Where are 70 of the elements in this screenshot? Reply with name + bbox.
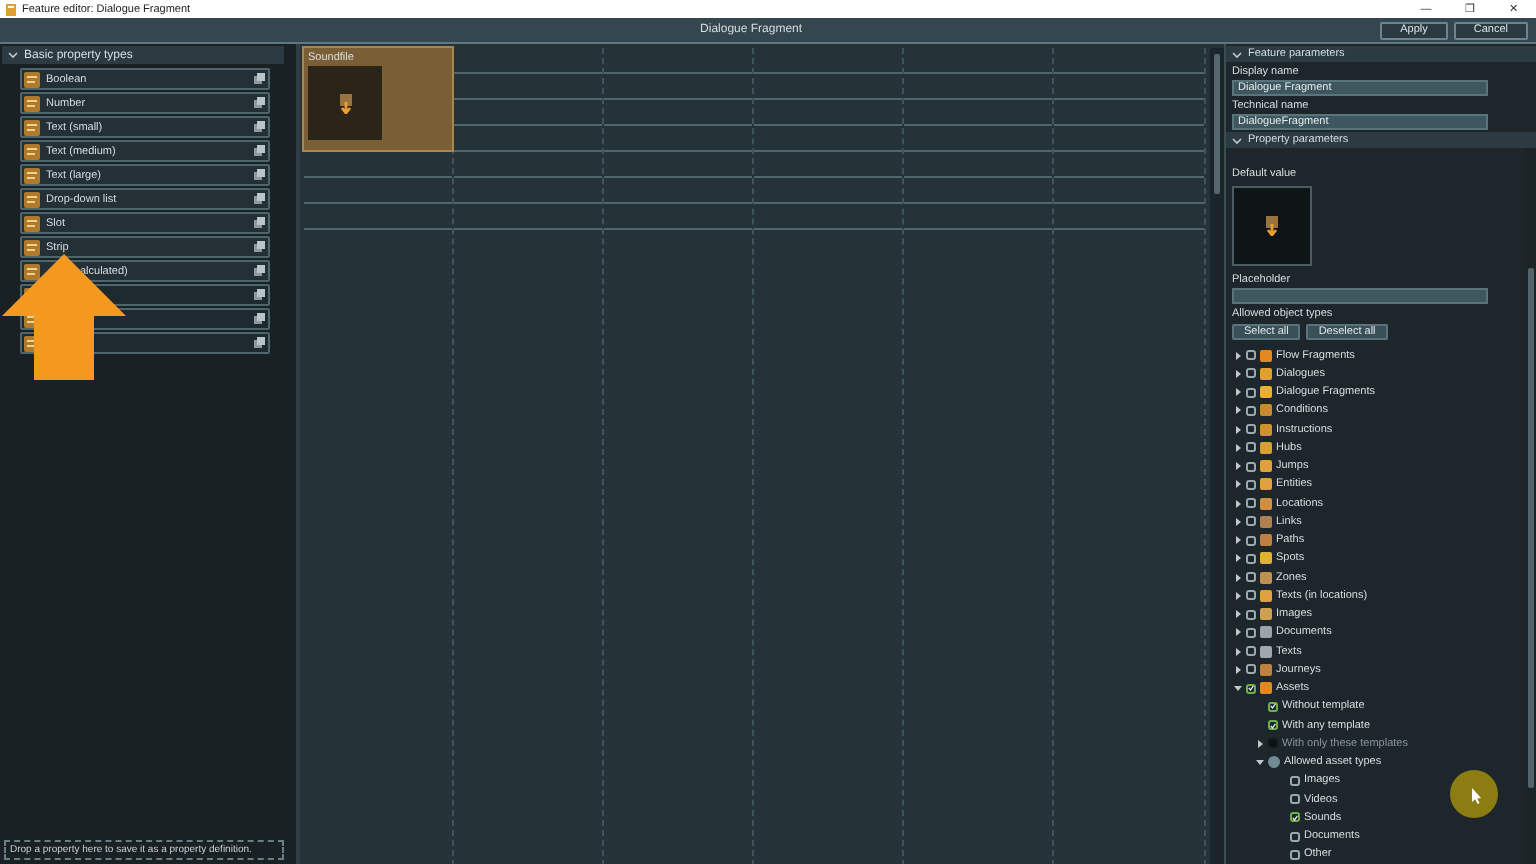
checkbox[interactable]	[1246, 479, 1256, 490]
expand-icon[interactable]	[1234, 628, 1242, 637]
check-icon	[1270, 721, 1276, 730]
checkbox[interactable]	[1290, 849, 1300, 860]
expand-icon[interactable]	[1234, 665, 1242, 674]
property-icon	[24, 143, 40, 159]
property-icon	[24, 71, 40, 87]
expand-icon[interactable]	[1256, 758, 1264, 767]
checkbox[interactable]	[1246, 535, 1256, 546]
checkbox[interactable]	[1246, 516, 1256, 527]
expand-icon[interactable]	[1234, 406, 1242, 415]
property-icon	[24, 215, 40, 231]
expand-icon[interactable]	[1234, 610, 1242, 619]
expand-icon[interactable]	[1234, 517, 1242, 526]
checkbox[interactable]	[1246, 461, 1256, 472]
drop-file-icon	[337, 93, 353, 113]
expand-icon[interactable]	[8, 50, 18, 60]
scrollbar[interactable]	[1210, 48, 1224, 864]
property-icon	[24, 239, 40, 255]
expand-icon[interactable]	[1234, 554, 1242, 563]
checkbox[interactable]	[1246, 387, 1256, 398]
checkbox[interactable]	[1246, 498, 1256, 509]
scrollbar[interactable]	[1524, 148, 1536, 864]
checkbox[interactable]	[1290, 831, 1300, 842]
expand-icon[interactable]	[1234, 351, 1242, 360]
cursor-highlight	[1450, 770, 1498, 818]
checkbox[interactable]	[1268, 701, 1278, 712]
expand-icon[interactable]	[1234, 369, 1242, 378]
checkbox[interactable]	[1246, 405, 1256, 416]
default-value-box[interactable]	[1232, 186, 1312, 266]
expand-icon[interactable]	[1234, 425, 1242, 434]
check-icon	[1248, 684, 1254, 693]
drop-file-icon	[1264, 216, 1280, 236]
checkbox[interactable]	[1290, 775, 1300, 786]
checkbox[interactable]	[1268, 720, 1278, 731]
checkbox[interactable]	[1246, 664, 1256, 675]
expand-icon[interactable]	[1234, 443, 1242, 452]
expand-icon[interactable]	[1234, 499, 1242, 508]
check-icon	[1292, 813, 1298, 822]
checkbox[interactable]	[1246, 368, 1256, 379]
expand-icon[interactable]	[1234, 647, 1242, 656]
placeholder-field[interactable]	[1232, 288, 1488, 304]
expand-icon[interactable]	[1234, 480, 1242, 489]
expand-icon[interactable]	[1234, 388, 1242, 397]
checkbox[interactable]	[1290, 794, 1300, 805]
checkbox[interactable]	[1246, 646, 1256, 657]
expand-icon[interactable]	[1234, 573, 1242, 582]
property-icon	[24, 191, 40, 207]
expand-icon[interactable]	[1234, 462, 1242, 471]
checkbox[interactable]	[1246, 350, 1256, 361]
expand-icon[interactable]	[1234, 591, 1242, 600]
checkbox[interactable]	[1246, 553, 1256, 564]
checkbox[interactable]	[1246, 572, 1256, 583]
checkbox[interactable]	[1246, 683, 1256, 694]
property-icon	[24, 263, 40, 279]
checkbox[interactable]	[1290, 812, 1300, 823]
expand-icon[interactable]	[1234, 536, 1242, 545]
checkbox[interactable]	[1246, 627, 1256, 638]
checkbox[interactable]	[1246, 442, 1256, 453]
pointer-arrow	[0, 254, 128, 380]
check-icon	[1270, 702, 1276, 711]
property-icon	[24, 95, 40, 111]
checkbox[interactable]	[1246, 609, 1256, 620]
checkbox[interactable]	[1246, 590, 1256, 601]
expand-icon[interactable]	[1234, 684, 1242, 693]
property-icon	[24, 119, 40, 135]
collapse-icon[interactable]	[1232, 49, 1242, 59]
property-icon	[24, 167, 40, 183]
collapse-icon[interactable]	[1232, 135, 1242, 145]
checkbox[interactable]	[1246, 424, 1256, 435]
